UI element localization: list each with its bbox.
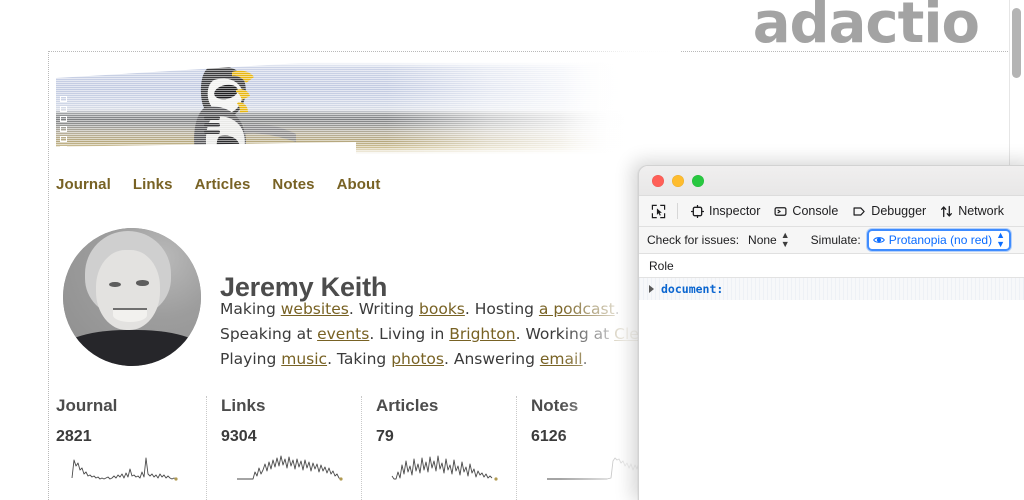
devtools-titlebar [639,166,1024,196]
stat-value: 79 [376,428,504,446]
tab-inspector[interactable]: Inspector [684,201,767,221]
simulate-value: Protanopia (no red) [889,233,992,247]
stat-value: 9304 [221,428,349,446]
stat-sparkline [376,452,514,482]
stat-sparkline [56,452,194,482]
nav-item-links[interactable]: Links [133,176,173,193]
site-navigation[interactable]: Journal Links Articles Notes About [56,176,402,193]
stat-value: 2821 [56,428,194,446]
bio-link[interactable]: events [317,325,369,343]
stepper-arrows-icon: ▲▼ [781,231,790,249]
stat-label: Links [221,396,349,416]
simulate-select[interactable]: Protanopia (no red) ▲▼ [867,229,1011,251]
site-banner-image [56,62,656,154]
stat-card: Articles 79 [362,396,517,500]
stat-label: Articles [376,396,504,416]
window-zoom-button[interactable] [692,175,704,187]
simulate-label: Simulate: [811,233,861,247]
network-icon [940,205,953,218]
bio-link[interactable]: Brighton [449,325,515,343]
check-for-issues-label: Check for issues: [647,233,739,247]
accessibility-column-header: Role [639,254,1024,278]
chevron-right-icon[interactable] [649,285,654,293]
stat-card: Journal 2821 [56,396,207,500]
nav-item-articles[interactable]: Articles [195,176,251,193]
stat-label: Journal [56,396,194,416]
bio-line: Playing music. Taking photos. Answering … [220,347,685,372]
page-scrollbar-thumb[interactable] [1012,8,1021,78]
accessibility-toolbar: Check for issues: None ▲▼ Simulate: Prot… [639,227,1024,254]
nav-item-journal[interactable]: Journal [56,176,111,193]
film-perforations [60,96,69,154]
bio-text: . [583,350,588,368]
bio-link[interactable]: websites [281,300,349,318]
bio-line: Making websites. Writing books. Hosting … [220,297,685,322]
tab-network-label: Network [958,204,1004,218]
inspector-icon [691,205,704,218]
bio-text: . Answering [444,350,540,368]
bio-text: . [615,300,620,318]
accessibility-tree-row[interactable]: document: [639,278,1024,300]
accessibility-tree-body [639,300,1024,500]
bio-text: . Living in [369,325,449,343]
screenshot-stage: adactio [0,0,1024,500]
site-wordmark: adactio [753,0,979,52]
bio-text: . Working at [516,325,615,343]
stats-row: Journal2821Links9304Articles79Notes6126 [56,396,656,500]
stat-sparkline [221,452,359,482]
nav-item-about[interactable]: About [337,176,381,193]
tab-debugger-label: Debugger [871,204,926,218]
simulate-stepper-arrows-icon: ▲▼ [996,231,1005,249]
devtools-tabbar[interactable]: Inspector Console Debugger [639,196,1024,227]
nav-item-notes[interactable]: Notes [272,176,314,193]
stat-card: Links 9304 [207,396,362,500]
tab-console-label: Console [792,204,838,218]
bio-text: . Writing [349,300,419,318]
console-icon [774,205,787,218]
bio-text: . Hosting [465,300,539,318]
bio-link[interactable]: photos [391,350,444,368]
tab-console[interactable]: Console [767,201,845,221]
element-picker-icon[interactable] [645,200,671,222]
debugger-icon [852,205,866,218]
tree-row-label: document: [661,282,723,296]
bio-line: Speaking at events. Living in Brighton. … [220,322,685,347]
tab-debugger[interactable]: Debugger [845,201,933,221]
tab-network[interactable]: Network [933,201,1011,221]
bio-link[interactable]: books [419,300,465,318]
window-close-button[interactable] [652,175,664,187]
bio-link[interactable]: a podcast [539,300,615,318]
window-minimize-button[interactable] [672,175,684,187]
bio-text: Speaking at [220,325,317,343]
tab-inspector-label: Inspector [709,204,760,218]
avatar [63,228,201,366]
bio-text: . Taking [327,350,391,368]
eye-icon [873,234,885,246]
profile-bio: Making websites. Writing books. Hosting … [220,297,685,372]
bio-link[interactable]: music [281,350,327,368]
check-for-issues-value: None [748,233,777,247]
bio-text: Making [220,300,281,318]
bio-text: Playing [220,350,281,368]
column-header-role: Role [649,259,674,273]
bio-link[interactable]: email [540,350,583,368]
tabbar-divider [677,203,678,219]
check-for-issues-select[interactable]: None ▲▼ [745,230,793,250]
banner-scanline-overlay [56,62,656,154]
devtools-window: Inspector Console Debugger [638,165,1024,500]
